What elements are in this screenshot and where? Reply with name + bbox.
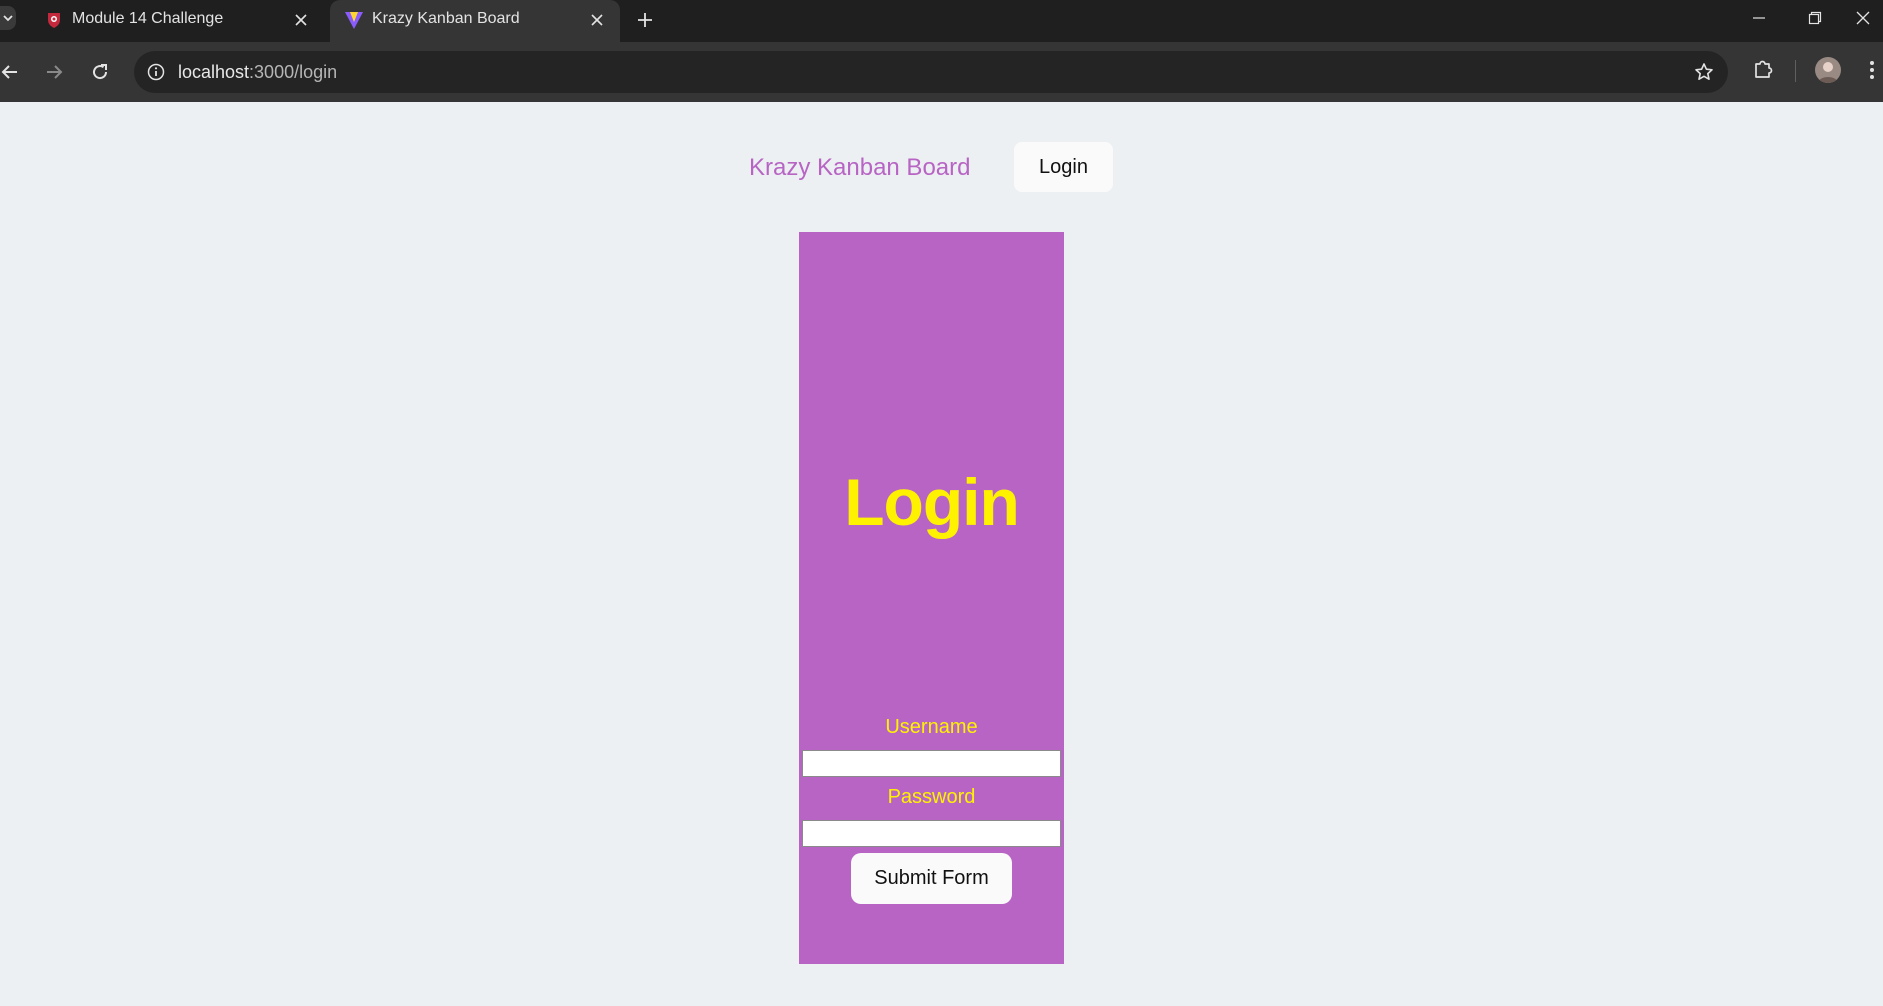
vite-favicon-icon (344, 10, 364, 30)
forward-arrow-icon (47, 65, 63, 79)
page-viewport: Krazy Kanban Board Login Login Username … (0, 102, 1883, 1006)
url-host: localhost (178, 62, 250, 82)
close-icon (1856, 11, 1870, 25)
restore-button[interactable] (1787, 0, 1843, 36)
back-button[interactable] (0, 56, 26, 88)
site-title[interactable]: Krazy Kanban Board (749, 154, 970, 182)
star-icon[interactable] (1692, 60, 1716, 84)
url-text[interactable]: localhost:3000/login (178, 62, 337, 83)
chevron-down-icon (3, 15, 13, 22)
extensions-button[interactable] (1749, 55, 1777, 83)
submit-form-button[interactable]: Submit Form (851, 853, 1012, 904)
url-path: :3000/login (249, 62, 338, 82)
minimize-button[interactable] (1731, 0, 1787, 36)
puzzle-icon (1755, 60, 1773, 78)
forward-button[interactable] (38, 56, 70, 88)
close-tab-icon[interactable] (586, 9, 608, 31)
toolbar-divider (1795, 60, 1796, 82)
avatar[interactable] (1815, 57, 1841, 83)
new-tab-button[interactable] (632, 7, 658, 33)
close-tab-icon[interactable] (290, 9, 312, 31)
info-icon[interactable] (144, 60, 168, 84)
restore-icon (1808, 11, 1822, 25)
browser-menu-button[interactable] (1862, 55, 1882, 85)
reload-button[interactable] (84, 56, 116, 88)
password-label: Password (887, 786, 976, 808)
tab-title: Module 14 Challenge (72, 10, 224, 27)
tab-list-button[interactable] (0, 6, 16, 30)
plus-icon (638, 13, 652, 27)
browser-tab-strip: Module 14 Challenge Krazy Kanban Board (0, 0, 1883, 42)
browser-toolbar: localhost:3000/login (0, 42, 1883, 102)
browser-tab-krazy-kanban[interactable]: Krazy Kanban Board (330, 0, 620, 42)
browser-tab-module-14[interactable]: Module 14 Challenge (30, 0, 324, 42)
login-form: Login Username Password Submit Form (799, 232, 1064, 964)
kebab-menu-icon (1870, 61, 1874, 79)
tab-title: Krazy Kanban Board (372, 10, 520, 27)
back-arrow-icon (1, 65, 17, 79)
minimize-icon (1753, 17, 1765, 19)
reload-icon (93, 64, 108, 80)
nav-login-button[interactable]: Login (1014, 142, 1113, 192)
password-input[interactable] (802, 820, 1061, 847)
login-heading: Login (844, 465, 1020, 539)
username-label: Username (885, 716, 978, 738)
close-window-button[interactable] (1843, 0, 1883, 36)
shield-favicon-icon (44, 10, 64, 30)
username-input[interactable] (802, 750, 1061, 777)
address-bar[interactable]: localhost:3000/login (134, 51, 1728, 93)
